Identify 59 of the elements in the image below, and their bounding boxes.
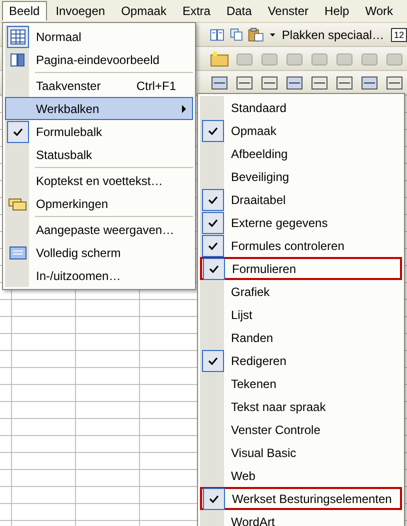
toolbar-icon[interactable]	[260, 74, 280, 92]
copy-icon[interactable]	[230, 26, 244, 44]
toolbar-icon[interactable]	[235, 74, 255, 92]
menu-item[interactable]: Redigeren	[200, 349, 402, 372]
grid-icon	[7, 26, 29, 48]
menu-bar-item[interactable]: Extra	[175, 1, 218, 21]
toolbar-icon[interactable]	[385, 74, 405, 92]
menu-bar-item[interactable]: Beeld	[2, 1, 47, 21]
menu-item[interactable]: Aangepaste weergaven…	[5, 218, 193, 241]
toolbar-icon[interactable]	[335, 74, 355, 92]
toolbar-icon[interactable]	[285, 74, 305, 92]
menu-item[interactable]: Grafiek	[200, 280, 402, 303]
menu-item[interactable]: Formulieren	[200, 257, 402, 280]
menu-item[interactable]: Beveiliging	[200, 165, 402, 188]
checkmark-icon	[202, 350, 224, 372]
menu-item[interactable]: Standaard	[200, 96, 402, 119]
toolbar-icon[interactable]	[360, 74, 380, 92]
menu-item[interactable]: Opmaak	[200, 119, 402, 142]
menu-item[interactable]: Koptekst en voettekst…	[5, 169, 193, 192]
checkmark-icon	[203, 258, 225, 280]
calendar-icon[interactable]: 12	[390, 28, 407, 42]
menu-item[interactable]: Formules controleren	[200, 234, 402, 257]
checkmark-icon	[203, 488, 225, 510]
menu-item[interactable]: Visual Basic	[200, 441, 402, 464]
menu-bar-item[interactable]: Work	[358, 1, 400, 21]
paste-special-button[interactable]: Plakken speciaal…	[280, 28, 386, 42]
menu-bar-item[interactable]: Help	[318, 1, 356, 21]
dropdown-arrow-icon[interactable]	[270, 32, 275, 36]
submenu-arrow-icon	[182, 104, 186, 112]
menu-item[interactable]: Draaitabel	[200, 188, 402, 211]
menu-item[interactable]: WordArt	[200, 510, 402, 526]
checkmark-icon	[202, 120, 224, 142]
menu-item[interactable]: Normaal	[5, 25, 193, 48]
menu-item[interactable]: Tekst naar spraak	[200, 395, 402, 418]
menu-item[interactable]: Volledig scherm	[5, 241, 193, 264]
checkmark-icon	[202, 234, 224, 256]
menu-item[interactable]: Lijst	[200, 303, 402, 326]
menu-item[interactable]: In-/uitzoomen…	[5, 264, 193, 287]
menu-item[interactable]: Randen	[200, 326, 402, 349]
menu-bar-item[interactable]: Invoegen	[48, 1, 112, 21]
menu-item[interactable]: Werkset Besturingselementen	[200, 487, 402, 510]
menu-item[interactable]: Externe gegevens	[200, 211, 402, 234]
checkmark-icon	[7, 120, 29, 142]
menu-item[interactable]: Werkbalken	[5, 97, 193, 120]
toolbar-icon[interactable]	[310, 74, 330, 92]
menu-item[interactable]: Opmerkingen	[5, 192, 193, 215]
menu-item[interactable]: Venster Controle	[200, 418, 402, 441]
menu-bar-item[interactable]: Data	[219, 1, 259, 21]
menu-bar-item[interactable]: Venster	[260, 1, 316, 21]
checkmark-icon	[202, 188, 224, 210]
menu-item[interactable]: Afbeelding	[200, 142, 402, 165]
menu-item[interactable]: Formulebalk	[5, 120, 193, 143]
menu-item[interactable]: Tekenen	[200, 372, 402, 395]
checkmark-icon	[202, 212, 224, 234]
folder-icon[interactable]	[210, 50, 230, 68]
menu-bar-item[interactable]: Opmaak	[114, 1, 174, 21]
menu-item[interactable]: Web	[200, 464, 402, 487]
menu-item[interactable]: Statusbalk	[5, 143, 193, 166]
toolbar-icon[interactable]	[210, 74, 230, 92]
